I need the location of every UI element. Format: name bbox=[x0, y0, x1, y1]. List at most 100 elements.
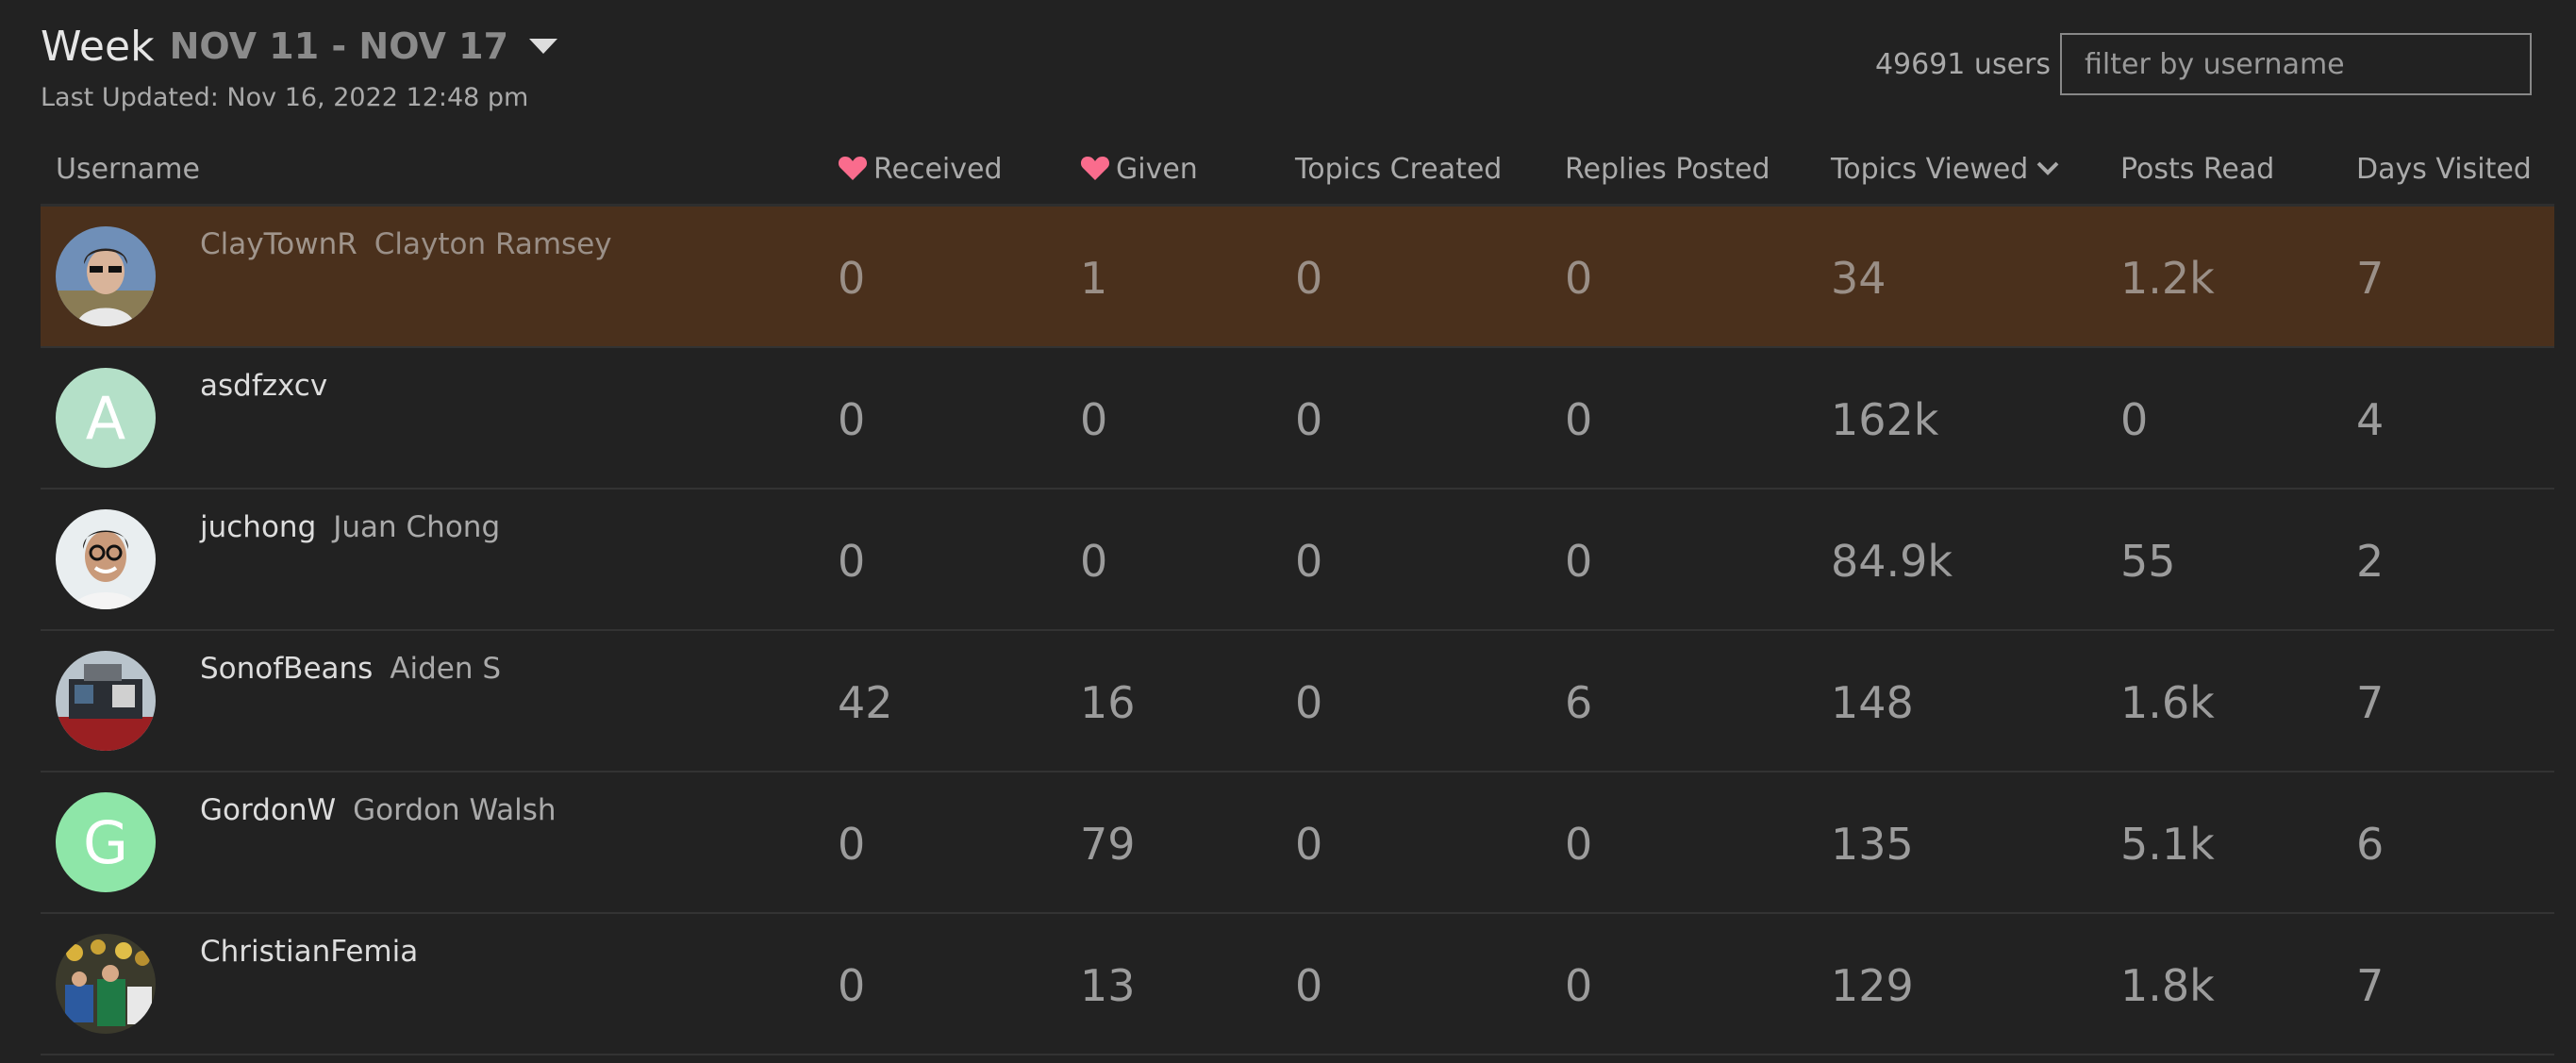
column-username[interactable]: Username bbox=[41, 134, 838, 207]
received-value: 42 bbox=[838, 630, 1080, 772]
users-count: 49691 users bbox=[1874, 47, 2051, 81]
avatar[interactable] bbox=[56, 509, 156, 609]
avatar[interactable] bbox=[56, 651, 156, 751]
days-visited-value: 6 bbox=[2356, 772, 2554, 914]
date-range[interactable]: NOV 11 - NOV 17 bbox=[170, 25, 508, 67]
person-photo-icon bbox=[56, 509, 156, 609]
user-cell: G GordonW Gordon Walsh bbox=[41, 772, 838, 914]
replies-posted-value: 6 bbox=[1565, 630, 1831, 772]
days-visited-value: 7 bbox=[2356, 630, 2554, 772]
period-title[interactable]: Week bbox=[41, 23, 155, 71]
column-replies-posted-label: Replies Posted bbox=[1565, 152, 1770, 186]
column-replies-posted[interactable]: Replies Posted bbox=[1565, 134, 1831, 207]
given-value: 13 bbox=[1080, 913, 1295, 1055]
table-row: ChristianFemia 0 13 0 0 129 1.8k 7 bbox=[41, 913, 2554, 1055]
table-row: G GordonW Gordon Walsh 0 79 0 0 135 5.1k … bbox=[41, 772, 2554, 914]
posts-read-value: 5.1k bbox=[2120, 772, 2356, 914]
replies-posted-value: 0 bbox=[1565, 205, 1831, 348]
username-link[interactable]: SonofBeans bbox=[200, 652, 373, 686]
posts-read-value: 0 bbox=[2120, 347, 2356, 490]
column-username-label: Username bbox=[56, 152, 200, 186]
column-days-visited[interactable]: Days Visited bbox=[2356, 134, 2554, 207]
topics-created-value: 0 bbox=[1295, 772, 1565, 914]
robot-photo-icon bbox=[56, 651, 156, 751]
received-value: 0 bbox=[838, 205, 1080, 348]
username-link[interactable]: ClayTownR bbox=[200, 227, 357, 261]
column-days-visited-label: Days Visited bbox=[2356, 152, 2532, 186]
table-row: A asdfzxcv 0 0 0 0 162k 0 4 bbox=[41, 347, 2554, 490]
crowd-photo-icon bbox=[56, 934, 156, 1034]
topics-created-value: 0 bbox=[1295, 630, 1565, 772]
person-photo-icon bbox=[56, 226, 156, 326]
column-topics-viewed-label: Topics Viewed bbox=[1831, 152, 2029, 186]
avatar-letter: A bbox=[85, 383, 126, 453]
days-visited-value: 7 bbox=[2356, 913, 2554, 1055]
posts-read-value: 1.2k bbox=[2120, 205, 2356, 348]
given-value: 1 bbox=[1080, 205, 1295, 348]
page-header: Week NOV 11 - NOV 17 Last Updated: Nov 1… bbox=[41, 17, 2554, 121]
column-received-label: Received bbox=[873, 152, 1003, 186]
column-posts-read-label: Posts Read bbox=[2120, 152, 2275, 186]
topics-created-value: 0 bbox=[1295, 205, 1565, 348]
given-value: 0 bbox=[1080, 347, 1295, 490]
posts-read-value: 1.8k bbox=[2120, 913, 2356, 1055]
filter-area: 49691 users bbox=[1875, 30, 2532, 98]
user-directory-table: Username Received Given Topics Created R… bbox=[41, 134, 2554, 1055]
column-posts-read[interactable]: Posts Read bbox=[2120, 134, 2356, 207]
given-value: 79 bbox=[1080, 772, 1295, 914]
table-header-row: Username Received Given Topics Created R… bbox=[41, 134, 2554, 207]
topics-created-value: 0 bbox=[1295, 489, 1565, 631]
column-topics-viewed[interactable]: Topics Viewed bbox=[1831, 134, 2120, 207]
full-name: Gordon Walsh bbox=[353, 793, 557, 827]
user-cell: A asdfzxcv bbox=[41, 347, 838, 490]
replies-posted-value: 0 bbox=[1565, 772, 1831, 914]
table-row: juchong Juan Chong 0 0 0 0 84.9k 55 2 bbox=[41, 489, 2554, 631]
username-link[interactable]: ChristianFemia bbox=[200, 935, 418, 969]
table-row: SonofBeans Aiden S 42 16 0 6 148 1.6k 7 bbox=[41, 630, 2554, 772]
avatar-letter: G bbox=[82, 807, 129, 877]
topics-viewed-value: 162k bbox=[1831, 347, 2120, 490]
username-link[interactable]: GordonW bbox=[200, 793, 336, 827]
given-value: 16 bbox=[1080, 630, 1295, 772]
avatar[interactable] bbox=[56, 226, 156, 326]
column-given[interactable]: Given bbox=[1080, 134, 1295, 207]
column-topics-created[interactable]: Topics Created bbox=[1295, 134, 1565, 207]
topics-viewed-value: 84.9k bbox=[1831, 489, 2120, 631]
avatar[interactable] bbox=[56, 934, 156, 1034]
user-cell: SonofBeans Aiden S bbox=[41, 630, 838, 772]
given-value: 0 bbox=[1080, 489, 1295, 631]
posts-read-value: 1.6k bbox=[2120, 630, 2356, 772]
chevron-down-icon bbox=[2036, 161, 2059, 175]
username-filter-input[interactable] bbox=[2060, 33, 2532, 95]
days-visited-value: 4 bbox=[2356, 347, 2554, 490]
topics-viewed-value: 129 bbox=[1831, 913, 2120, 1055]
topics-viewed-value: 34 bbox=[1831, 205, 2120, 348]
user-cell: ChristianFemia bbox=[41, 913, 838, 1055]
topics-created-value: 0 bbox=[1295, 347, 1565, 490]
column-topics-created-label: Topics Created bbox=[1295, 152, 1503, 186]
full-name: Juan Chong bbox=[333, 510, 501, 544]
column-given-label: Given bbox=[1116, 152, 1198, 186]
days-visited-value: 7 bbox=[2356, 205, 2554, 348]
heart-icon bbox=[1080, 156, 1110, 180]
topics-viewed-value: 148 bbox=[1831, 630, 2120, 772]
replies-posted-value: 0 bbox=[1565, 347, 1831, 490]
received-value: 0 bbox=[838, 772, 1080, 914]
username-link[interactable]: asdfzxcv bbox=[200, 369, 327, 403]
received-value: 0 bbox=[838, 913, 1080, 1055]
table-row: ClayTownR Clayton Ramsey 0 1 0 0 34 1.2k … bbox=[41, 205, 2554, 348]
topics-viewed-value: 135 bbox=[1831, 772, 2120, 914]
avatar[interactable]: G bbox=[56, 792, 156, 892]
heart-icon bbox=[838, 156, 868, 180]
replies-posted-value: 0 bbox=[1565, 489, 1831, 631]
username-link[interactable]: juchong bbox=[200, 510, 316, 544]
full-name: Clayton Ramsey bbox=[374, 227, 612, 261]
user-cell: ClayTownR Clayton Ramsey bbox=[41, 205, 838, 348]
received-value: 0 bbox=[838, 489, 1080, 631]
column-received[interactable]: Received bbox=[838, 134, 1080, 207]
full-name: Aiden S bbox=[390, 652, 502, 686]
received-value: 0 bbox=[838, 347, 1080, 490]
replies-posted-value: 0 bbox=[1565, 913, 1831, 1055]
caret-down-icon[interactable] bbox=[529, 39, 558, 54]
avatar[interactable]: A bbox=[56, 368, 156, 468]
